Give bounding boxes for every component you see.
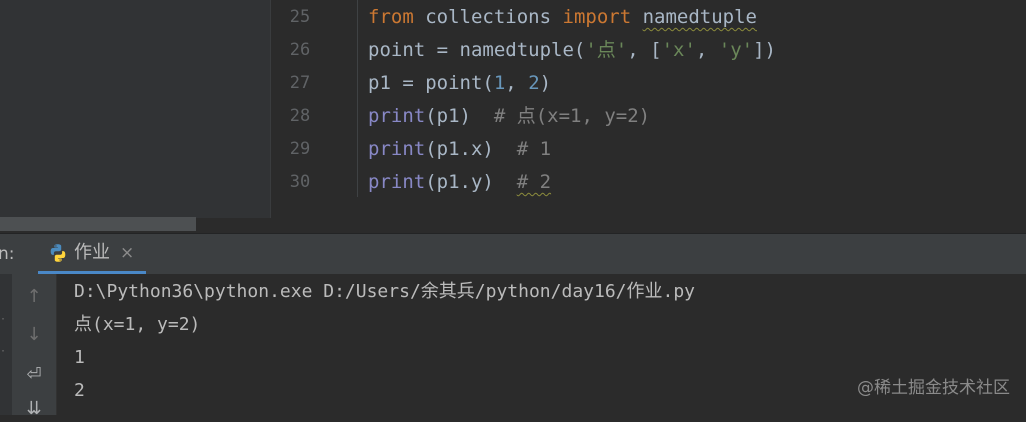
code-token: import [562,6,632,28]
code-line[interactable]: print(p1.y) # 2 [368,166,551,199]
run-toolbar: ↑ ↓ ⏎ ⇊ [12,274,57,419]
line-number: 30 [289,172,311,192]
console-line: 点(x=1, y=2) [74,314,201,335]
code-token: point = namedtuple( [368,39,586,61]
project-panel-area [0,0,270,218]
code-token: (p1.y) [425,171,517,193]
tab-run-config[interactable]: 作业 × [38,234,146,274]
side-strip: · · [0,274,12,415]
code-token: namedtuple [642,6,757,28]
horizontal-scrollbar[interactable] [0,217,196,231]
code-token: 2 [528,72,540,94]
code-token: ) [539,72,552,94]
code-token: 1 [493,72,506,94]
code-line[interactable]: point = namedtuple('点', ['x', 'y']) [368,34,776,67]
code-token: , [505,72,529,94]
code-token: ]) [753,39,776,61]
code-line[interactable]: p1 = point(1, 2) [368,67,551,100]
code-token: , [695,39,719,61]
python-icon [50,244,66,262]
line-number: 28 [289,106,311,126]
line-number: 29 [289,139,311,159]
code-token: print [368,171,426,193]
strip-tick: · [0,314,7,325]
code-token: print [368,105,426,127]
run-toolwindow-header: n: 作业 × [0,234,1026,274]
strip-tick: · [0,346,7,357]
indent-guide [357,0,358,197]
code-token: , [ [627,39,662,61]
code-token: collections [425,6,563,28]
close-icon[interactable]: × [120,234,134,272]
code-line[interactable]: from collections import namedtuple [368,1,757,34]
code-token: from [368,6,414,28]
arrow-down-icon[interactable]: ↓ [21,322,47,348]
code-token: p1 = point( [368,72,494,94]
code-token: '点' [585,39,628,61]
arrow-up-icon[interactable]: ↑ [21,284,47,310]
code-line[interactable]: print(p1.x) # 1 [368,133,551,166]
tab-title: 作业 [74,242,110,263]
line-number: 27 [289,73,311,93]
code-token: 'y' [718,39,754,61]
line-number: 25 [289,7,311,27]
code-token: (p1) [425,105,494,127]
code-token: # 2 [516,171,552,193]
console-line: 2 [74,380,85,401]
code-token: (p1.x) [425,138,517,160]
code-token: # 点(x=1, y=2) [493,105,651,127]
line-number: 26 [289,40,311,60]
console-line: D:\Python36\python.exe D:/Users/余其兵/pyth… [74,281,696,302]
run-label: n: [0,244,15,264]
code-token: print [368,138,426,160]
scroll-to-end-icon[interactable]: ⇊ [21,396,47,422]
code-line[interactable]: print(p1) # 点(x=1, y=2) [368,100,650,133]
watermark: @稀土掘金技术社区 [857,378,1010,398]
soft-wrap-icon[interactable]: ⏎ [21,362,47,388]
code-token: # 1 [516,138,552,160]
code-token: 'x' [661,39,696,61]
console-line: 1 [74,347,85,368]
